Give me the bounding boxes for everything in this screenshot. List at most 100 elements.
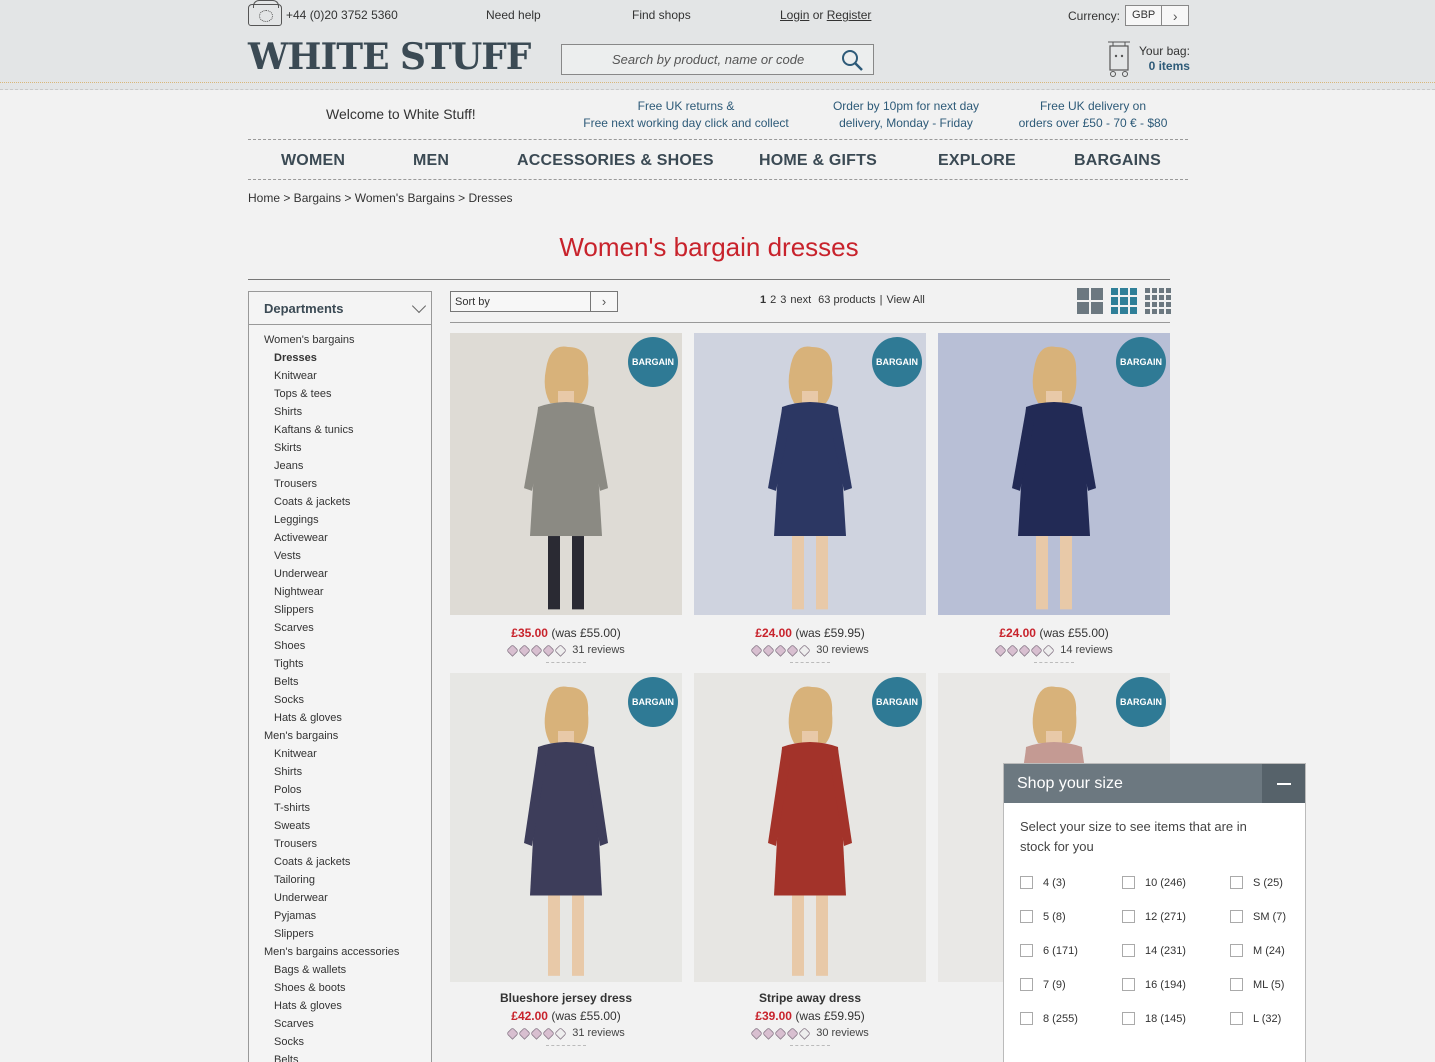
department-item[interactable]: Trousers — [249, 835, 431, 853]
department-item[interactable]: Coats & jackets — [249, 853, 431, 871]
chevron-right-icon[interactable]: › — [1162, 6, 1188, 25]
department-item[interactable]: Shoes — [249, 637, 431, 655]
department-item[interactable]: Scarves — [249, 1015, 431, 1033]
department-item[interactable]: Tailoring — [249, 871, 431, 889]
size-checkbox[interactable] — [1020, 1012, 1033, 1025]
nav-explore[interactable]: EXPLORE — [938, 141, 1016, 170]
size-option[interactable]: 14 (231) — [1122, 944, 1186, 957]
next-day-promo[interactable]: Order by 10pm for next day delivery, Mon… — [823, 98, 989, 132]
department-item[interactable]: Tops & tees — [249, 385, 431, 403]
size-option[interactable]: 8 (255) — [1020, 1012, 1078, 1025]
shopping-bag[interactable]: Your bag: 0 items — [1105, 38, 1190, 78]
size-checkbox[interactable] — [1122, 876, 1135, 889]
site-logo[interactable]: WHITE STUFF — [248, 36, 531, 78]
size-option[interactable]: 6 (171) — [1020, 944, 1078, 957]
nav-bargains[interactable]: BARGAINS — [1074, 141, 1161, 170]
nav-accessories-shoes[interactable]: ACCESSORIES & SHOES — [517, 141, 714, 170]
size-checkbox[interactable] — [1020, 978, 1033, 991]
returns-promo[interactable]: Free UK returns & Free next working day … — [578, 98, 794, 132]
product-reviews[interactable]: 31 reviews — [450, 643, 682, 657]
department-item[interactable]: Hats & gloves — [249, 709, 431, 727]
chevron-down-icon[interactable] — [411, 298, 427, 313]
department-item[interactable]: Men's bargains — [249, 727, 431, 745]
page-1-link[interactable]: 1 — [760, 294, 766, 306]
need-help-link[interactable]: Need help — [486, 8, 541, 22]
department-item[interactable]: Tights — [249, 655, 431, 673]
product-reviews[interactable]: 30 reviews — [694, 1026, 926, 1040]
product-card[interactable]: BARGAIN Stripe away dress £39.00 (was £59.… — [694, 673, 926, 1046]
product-image[interactable]: BARGAIN — [938, 333, 1170, 615]
product-card[interactable]: BARGAIN Blueshore jersey dress £42.00 (was… — [450, 673, 682, 1046]
currency-dropdown[interactable]: GBP › — [1125, 5, 1190, 26]
size-option[interactable]: 5 (8) — [1020, 910, 1066, 923]
product-reviews[interactable]: 30 reviews — [694, 643, 926, 657]
department-item[interactable]: Slippers — [249, 601, 431, 619]
size-checkbox[interactable] — [1020, 876, 1033, 889]
size-checkbox[interactable] — [1122, 978, 1135, 991]
size-option[interactable]: S (25) — [1230, 876, 1283, 889]
page-2-link[interactable]: 2 — [770, 294, 776, 306]
department-item[interactable]: T-shirts — [249, 799, 431, 817]
departments-header[interactable]: Departments — [249, 292, 431, 325]
product-card[interactable]: BARGAIN £35.00 (was £55.00) 31 reviews — [450, 333, 682, 663]
grid-2-view-icon[interactable] — [1077, 288, 1103, 314]
department-item[interactable]: Bags & wallets — [249, 961, 431, 979]
product-image[interactable]: BARGAIN — [450, 673, 682, 982]
size-checkbox[interactable] — [1230, 1012, 1243, 1025]
size-checkbox[interactable] — [1230, 944, 1243, 957]
search-input[interactable] — [562, 52, 832, 67]
product-name[interactable]: Stripe away dress — [694, 991, 926, 1007]
product-card[interactable]: BARGAIN £24.00 (was £59.95) 30 reviews — [694, 333, 926, 663]
department-item[interactable]: Women's bargains — [249, 331, 431, 349]
department-item[interactable]: Nightwear — [249, 583, 431, 601]
product-card[interactable]: BARGAIN £24.00 (was £55.00) 14 reviews — [938, 333, 1170, 663]
size-option[interactable]: 16 (194) — [1122, 978, 1186, 991]
breadcrumb[interactable]: Home > Bargains > Women's Bargains > Dre… — [248, 191, 513, 205]
department-item[interactable]: Activewear — [249, 529, 431, 547]
product-reviews[interactable]: 31 reviews — [450, 1026, 682, 1040]
minimize-icon[interactable] — [1262, 764, 1305, 803]
size-option[interactable]: 12 (271) — [1122, 910, 1186, 923]
department-item[interactable]: Kaftans & tunics — [249, 421, 431, 439]
department-item[interactable]: Socks — [249, 1033, 431, 1051]
size-option[interactable]: M (24) — [1230, 944, 1285, 957]
login-link[interactable]: Login — [780, 8, 809, 22]
department-item[interactable]: Knitwear — [249, 367, 431, 385]
product-image[interactable]: BARGAIN — [694, 673, 926, 982]
department-item[interactable]: Jeans — [249, 457, 431, 475]
department-item[interactable]: Shoes & boots — [249, 979, 431, 997]
size-option[interactable]: 4 (3) — [1020, 876, 1066, 889]
department-item[interactable]: Polos — [249, 781, 431, 799]
department-item[interactable]: Leggings — [249, 511, 431, 529]
chevron-right-icon[interactable]: › — [591, 292, 617, 311]
department-item[interactable]: Belts — [249, 1051, 431, 1062]
grid-3-view-icon[interactable] — [1111, 288, 1137, 314]
size-checkbox[interactable] — [1020, 944, 1033, 957]
page-3-link[interactable]: 3 — [780, 294, 786, 306]
size-option[interactable]: 18 (145) — [1122, 1012, 1186, 1025]
department-item[interactable]: Skirts — [249, 439, 431, 457]
department-item[interactable]: Vests — [249, 547, 431, 565]
department-item[interactable]: Men's bargains accessories — [249, 943, 431, 961]
product-reviews[interactable]: 14 reviews — [938, 643, 1170, 657]
size-option[interactable]: 7 (9) — [1020, 978, 1066, 991]
product-name[interactable]: Blueshore jersey dress — [450, 991, 682, 1007]
size-checkbox[interactable] — [1230, 910, 1243, 923]
department-item[interactable]: Sweats — [249, 817, 431, 835]
department-item[interactable]: Shirts — [249, 763, 431, 781]
size-checkbox[interactable] — [1230, 876, 1243, 889]
search-button[interactable] — [832, 45, 872, 74]
next-page-link[interactable]: next — [790, 294, 811, 306]
register-link[interactable]: Register — [827, 8, 872, 22]
size-checkbox[interactable] — [1122, 1012, 1135, 1025]
department-item[interactable]: Shirts — [249, 403, 431, 421]
size-option[interactable]: SM (7) — [1230, 910, 1286, 923]
department-item[interactable]: Knitwear — [249, 745, 431, 763]
department-item[interactable]: Pyjamas — [249, 907, 431, 925]
size-option[interactable]: L (32) — [1230, 1012, 1281, 1025]
find-shops-link[interactable]: Find shops — [632, 8, 691, 22]
nav-home-gifts[interactable]: HOME & GIFTS — [759, 141, 877, 170]
department-item[interactable]: Dresses — [249, 349, 431, 367]
size-option[interactable]: 10 (246) — [1122, 876, 1186, 889]
department-item[interactable]: Scarves — [249, 619, 431, 637]
